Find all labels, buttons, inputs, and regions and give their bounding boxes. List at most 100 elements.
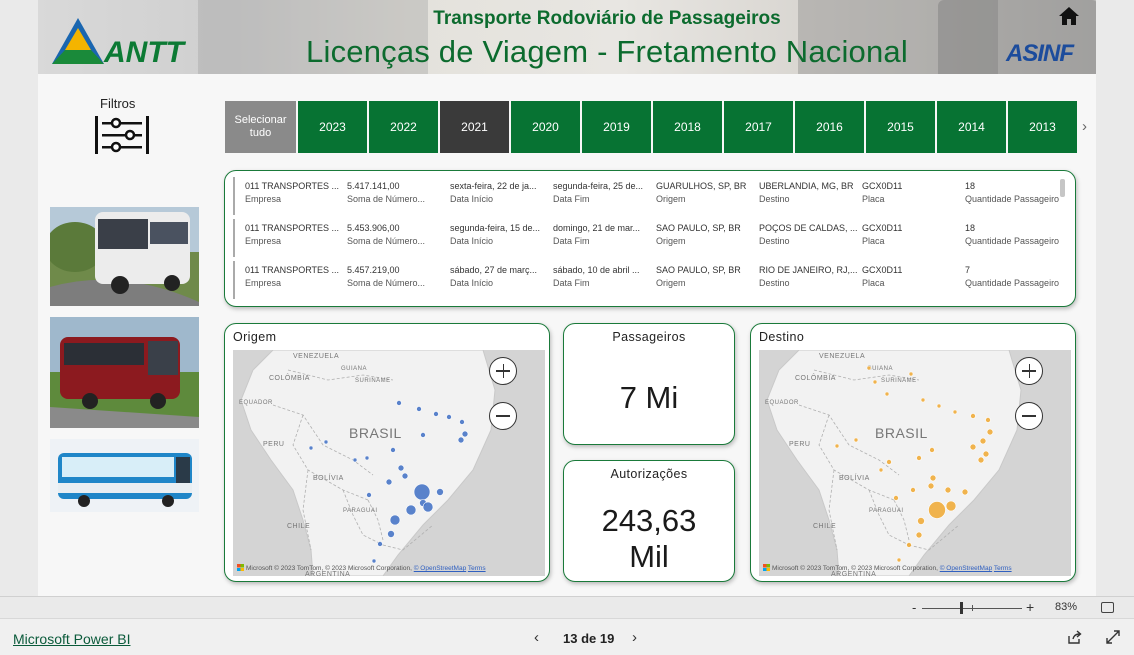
location-dot xyxy=(986,428,994,436)
map-label-chile: CHILE xyxy=(813,523,836,530)
chevron-left-icon[interactable]: ‹ xyxy=(534,629,539,646)
location-dot xyxy=(366,492,372,498)
cell-label: Soma de Número... xyxy=(347,278,426,288)
report-canvas: ANTT Transporte Rodoviário de Passageiro… xyxy=(38,0,1096,596)
year-button-2021[interactable]: 2021 xyxy=(440,101,509,153)
destino-map-card: Destino VENEZUELA GUIANA SURINAME COLÔMBIA E… xyxy=(750,323,1076,582)
powerbi-link[interactable]: Microsoft Power BI xyxy=(13,631,130,647)
table-cell: segunda-feira, 15 de... Data Início xyxy=(450,222,548,248)
origem-map-title: Origem xyxy=(233,330,277,344)
year-button-2018[interactable]: 2018 xyxy=(653,101,722,153)
zoom-out-button[interactable] xyxy=(489,402,517,430)
sliders-icon[interactable] xyxy=(94,114,150,156)
location-dot xyxy=(982,450,990,458)
year-button-2022[interactable]: 2022 xyxy=(369,101,438,153)
destino-map[interactable]: VENEZUELA GUIANA SURINAME COLÔMBIA EQUADOR PE… xyxy=(759,350,1071,576)
page-indicator: 13 de 19 xyxy=(563,631,615,646)
location-dot xyxy=(945,500,957,512)
table-cell: sábado, 27 de març... Data Início xyxy=(450,264,548,290)
autorizacoes-title: Autorizações xyxy=(610,467,688,481)
year-button-2013[interactable]: 2013 xyxy=(1008,101,1077,153)
map-label-suriname: SURINAME xyxy=(355,378,391,384)
share-icon[interactable] xyxy=(1067,630,1082,645)
cell-label: Empresa xyxy=(245,236,282,246)
map-label-venezuela: VENEZUELA xyxy=(293,353,339,360)
location-dot xyxy=(446,414,452,420)
table-scrollbar[interactable] xyxy=(1060,179,1065,197)
zoom-slider-handle[interactable] xyxy=(960,602,963,614)
map-label-colombia: COLÔMBIA xyxy=(269,373,310,382)
location-dot xyxy=(979,437,987,445)
location-dot xyxy=(390,447,396,453)
location-dot xyxy=(920,397,926,403)
cell-label: Soma de Número... xyxy=(347,236,426,246)
year-button-2015[interactable]: 2015 xyxy=(866,101,935,153)
report-subtitle: Transporte Rodoviário de Passageiros xyxy=(433,8,781,29)
cell-value: segunda-feira, 15 de... xyxy=(450,223,541,233)
location-dot xyxy=(896,557,902,563)
cell-value: UBERLANDIA, MG, BR xyxy=(759,181,854,191)
cell-label: Quantidade Passageiro xyxy=(965,236,1060,246)
table-cell: 18 Quantidade Passageiro xyxy=(965,180,1075,206)
zoom-minus-button[interactable]: - xyxy=(912,600,916,615)
zoom-out-button[interactable] xyxy=(1015,402,1043,430)
fullscreen-icon[interactable] xyxy=(1106,630,1120,644)
home-icon[interactable] xyxy=(1058,6,1080,26)
cell-value: 18 xyxy=(965,181,976,191)
table-cell: GCX0D11 Placa xyxy=(862,264,960,290)
year-button-2016[interactable]: 2016 xyxy=(795,101,864,153)
location-dot xyxy=(371,558,377,564)
location-dot xyxy=(893,495,899,501)
table-cell: sábado, 10 de abril ... Data Fim xyxy=(553,264,651,290)
chevron-right-icon[interactable]: › xyxy=(632,629,637,646)
location-dot xyxy=(936,403,942,409)
cell-value: 011 TRANSPORTES ... xyxy=(245,265,340,275)
cell-value: GCX0D11 xyxy=(862,181,903,191)
autorizacoes-card: Autorizações 243,63 Mil xyxy=(563,460,735,582)
cell-label: Origem xyxy=(656,194,686,204)
zoom-level: 83% xyxy=(1055,601,1078,613)
year-button-2014[interactable]: 2014 xyxy=(937,101,1006,153)
year-button-2023[interactable]: 2023 xyxy=(298,101,367,153)
zoom-bar: - + 83% xyxy=(0,596,1134,618)
table-cell: 011 TRANSPORTES ... Empresa xyxy=(245,222,343,248)
zoom-in-button[interactable] xyxy=(489,357,517,385)
cell-label: Quantidade Passageiro xyxy=(965,194,1060,204)
location-dot xyxy=(985,417,991,423)
location-dot xyxy=(396,400,402,406)
table-row[interactable]: 011 TRANSPORTES ... Empresa 5.417.141,00 So… xyxy=(233,177,1059,215)
year-button-2020[interactable]: 2020 xyxy=(511,101,580,153)
year-button-2017[interactable]: 2017 xyxy=(724,101,793,153)
chevron-right-icon[interactable]: › xyxy=(1082,118,1087,135)
table-row[interactable]: 011 TRANSPORTES ... Empresa 5.457.219,00 So… xyxy=(233,261,1059,299)
table-cell: RIO DE JANEIRO, RJ,... Destino xyxy=(759,264,857,290)
zoom-plus-button[interactable]: + xyxy=(1026,599,1034,615)
map-label-suriname: SURINAME xyxy=(881,378,917,384)
map-label-paraguai: PARAGUAI xyxy=(343,508,378,514)
location-dot xyxy=(459,419,465,425)
location-dot xyxy=(970,413,976,419)
fit-to-page-icon[interactable] xyxy=(1101,602,1114,613)
cell-value: sábado, 10 de abril ... xyxy=(553,265,640,275)
location-dot xyxy=(377,541,383,547)
location-dot xyxy=(886,459,892,465)
map-label-colombia: COLÔMBIA xyxy=(795,373,836,382)
location-dot xyxy=(969,443,977,451)
year-select-all-button[interactable]: Selecionar tudo xyxy=(225,101,296,153)
zoom-in-button[interactable] xyxy=(1015,357,1043,385)
table-row[interactable]: 011 TRANSPORTES ... Empresa 5.453.906,00 So… xyxy=(233,219,1059,257)
map-label-peru: PERU xyxy=(789,441,810,448)
cell-label: Data Início xyxy=(450,278,494,288)
map-label-paraguai: PARAGUAI xyxy=(869,508,904,514)
year-slicer: Selecionar tudo 2023 2022 2021 2020 2019 2018 2… xyxy=(225,101,1077,153)
cell-value: GCX0D11 xyxy=(862,265,903,275)
cell-value: GUARULHOS, SP, BR xyxy=(656,181,747,191)
cell-value: 7 xyxy=(965,265,971,275)
origem-map[interactable]: VENEZUELA GUIANA SURINAME COLÔMBIA EQUADOR PE… xyxy=(233,350,545,576)
year-button-2019[interactable]: 2019 xyxy=(582,101,651,153)
cell-label: Data Fim xyxy=(553,236,590,246)
cell-value: domingo, 21 de mar... xyxy=(553,223,641,233)
location-dot xyxy=(461,430,469,438)
location-dot xyxy=(884,391,890,397)
location-dot xyxy=(834,443,840,449)
